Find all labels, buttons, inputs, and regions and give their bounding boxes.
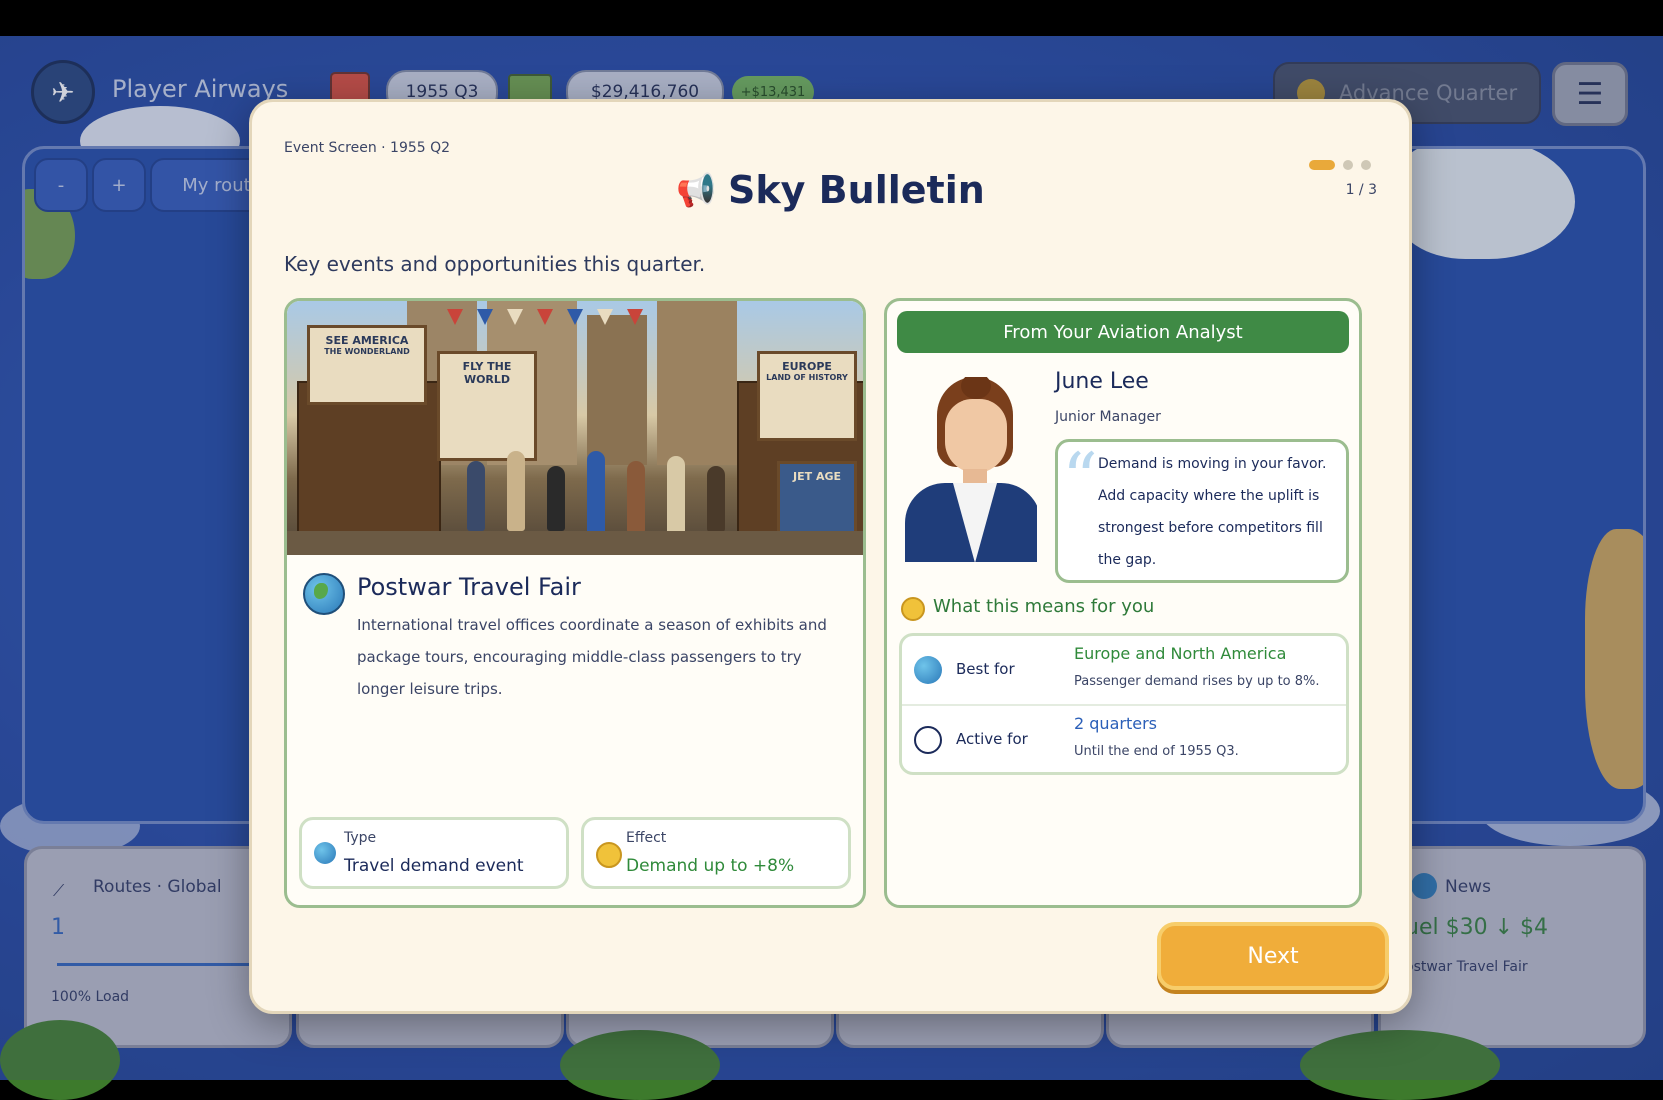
page-title: 📢 Sky Bulletin	[252, 168, 1409, 212]
event-effect-box: Effect Demand up to +8%	[581, 817, 851, 889]
star-coin-icon	[901, 597, 925, 621]
effect-key: Effect	[626, 830, 667, 846]
modal-title-text: Sky Bulletin	[728, 168, 985, 212]
poster-fly-world: FLY THE WORLD	[437, 351, 537, 461]
active-for-key: Active for	[956, 730, 1028, 748]
analyst-role: Junior Manager	[1055, 409, 1161, 425]
effect-value: Demand up to +8%	[626, 856, 795, 876]
page-count: 1 / 3	[1345, 182, 1377, 198]
next-button[interactable]: Next	[1157, 922, 1389, 990]
letterbox-top	[0, 0, 1663, 36]
analyst-name: June Lee	[1055, 369, 1149, 394]
megaphone-icon: 📢	[676, 171, 717, 209]
stopwatch-icon	[914, 726, 942, 754]
analyst-quote: “ Demand is moving in your favor. Add ca…	[1055, 439, 1349, 583]
impact-row-active: Active for 2 quarters Until the end of 1…	[902, 706, 1346, 774]
globe-icon	[303, 573, 345, 615]
globe-icon	[914, 656, 942, 684]
page-dot-1	[1309, 160, 1335, 170]
sky-bulletin-modal: Event Screen · 1955 Q2 📢 Sky Bulletin 1 …	[249, 99, 1412, 1014]
globe-icon	[314, 842, 336, 864]
poster-mid-text: FLY THE WORLD	[462, 360, 512, 386]
best-for-note: Passenger demand rises by up to 8%.	[1074, 674, 1320, 689]
poster-right-sub: LAND OF HISTORY	[766, 373, 848, 382]
active-for-note: Until the end of 1955 Q3.	[1074, 744, 1239, 759]
event-illustration: SEE AMERICA THE WONDERLAND FLY THE WORLD…	[287, 301, 863, 555]
page-dot-2	[1343, 160, 1353, 170]
poster-left-text: SEE AMERICA	[325, 334, 409, 347]
modal-subtitle: Key events and opportunities this quarte…	[284, 252, 706, 276]
breadcrumb: Event Screen · 1955 Q2	[284, 140, 451, 156]
analyst-avatar	[901, 377, 1037, 562]
poster-europe: EUROPE LAND OF HISTORY	[757, 351, 857, 441]
type-value: Travel demand event	[344, 856, 524, 876]
event-type-box: Type Travel demand event	[299, 817, 569, 889]
poster-see-america: SEE AMERICA THE WONDERLAND	[307, 325, 427, 405]
poster-left-sub: THE WONDERLAND	[324, 347, 410, 356]
impact-row-best: Best for Europe and North America Passen…	[902, 636, 1346, 706]
event-description: International travel offices coordinate …	[357, 616, 827, 698]
type-key: Type	[344, 830, 377, 846]
analyst-header: From Your Aviation Analyst	[897, 311, 1349, 353]
analyst-card: From Your Aviation Analyst June Lee Juni…	[884, 298, 1362, 908]
impact-table: Best for Europe and North America Passen…	[899, 633, 1349, 775]
page-dot-3	[1361, 160, 1371, 170]
page-indicator	[1309, 160, 1371, 170]
active-for-value: 2 quarters	[1074, 714, 1157, 733]
poster-jet-text: JET AGE	[793, 470, 841, 483]
event-card: SEE AMERICA THE WONDERLAND FLY THE WORLD…	[284, 298, 866, 908]
quote-text: Demand is moving in your favor. Add capa…	[1098, 456, 1327, 568]
best-for-key: Best for	[956, 660, 1015, 678]
quote-icon: “	[1062, 438, 1098, 520]
star-coin-icon	[596, 842, 622, 868]
poster-right-text: EUROPE	[782, 360, 832, 373]
means-label: What this means for you	[933, 596, 1155, 617]
best-for-value: Europe and North America	[1074, 644, 1287, 663]
event-name: Postwar Travel Fair	[357, 573, 581, 601]
